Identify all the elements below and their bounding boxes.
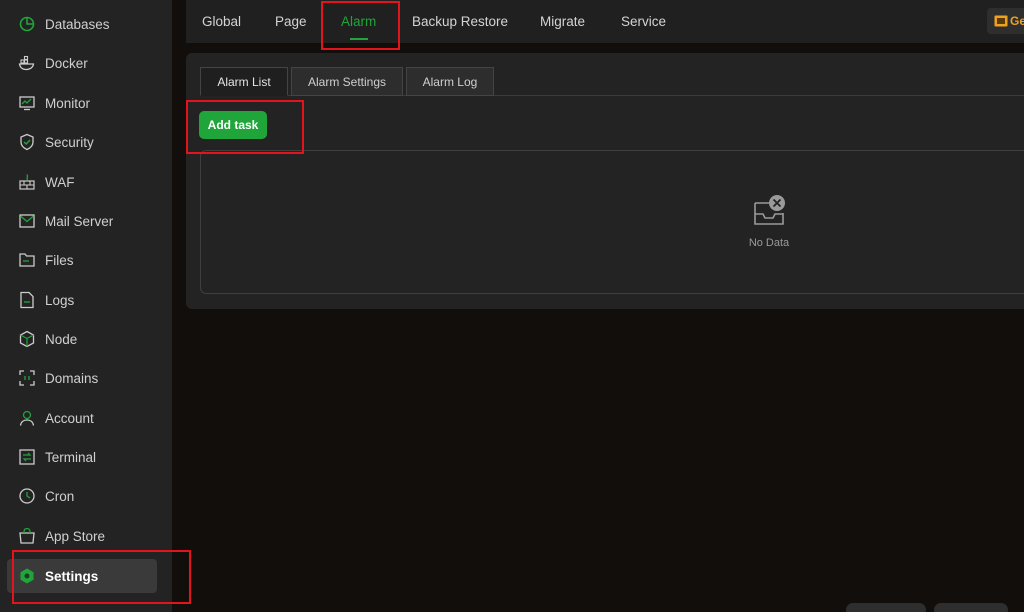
tab-alarm-label: Alarm [341,14,377,29]
tab-migrate[interactable]: Migrate [540,0,585,43]
upgrade-label: Ge [1010,14,1024,28]
sidebar-item-account[interactable]: Account [7,401,157,435]
sidebar-item-label: Mail Server [45,213,114,229]
sidebar-item-terminal[interactable]: Terminal [7,440,157,474]
log-icon [17,290,37,310]
active-tab-indicator [349,38,368,40]
sidebar-item-security[interactable]: Security [7,125,157,159]
sidebar-item-node[interactable]: Node [7,322,157,356]
upgrade-button[interactable]: Ge [987,8,1024,34]
upgrade-icon [994,15,1008,27]
sidebar-item-label: Logs [45,292,75,308]
sidebar-item-settings[interactable]: Settings [7,559,157,593]
node-cube-icon [17,329,37,349]
sidebar-item-label: Monitor [45,95,91,111]
folder-icon [17,250,37,270]
add-task-button[interactable]: Add task [199,111,267,139]
sidebar-item-monitor[interactable]: Monitor [7,86,157,120]
shield-icon [17,132,37,152]
sidebar-item-label: Domains [45,370,99,386]
sidebar-item-docker[interactable]: Docker [7,46,157,80]
firewall-icon [17,172,37,192]
sidebar-item-cron[interactable]: Cron [7,479,157,513]
sidebar-item-label: App Store [45,528,106,544]
sidebar-item-label: Account [45,410,94,426]
empty-state-text: No Data [748,237,790,249]
sidebar-overflow-item [17,604,97,612]
sidebar-item-label: Node [45,331,78,347]
sidebar-item-domains[interactable]: Domains [7,361,157,395]
tab-backup-restore[interactable]: Backup Restore [412,0,508,43]
sidebar-item-app-store[interactable]: App Store [7,519,157,553]
docker-icon [17,53,37,73]
settings-icon [17,566,37,586]
user-icon [17,408,37,428]
footer-button-1[interactable] [846,603,926,612]
tab-service[interactable]: Service [621,0,666,43]
sidebar-item-waf[interactable]: WAF [7,165,157,199]
domain-icon [17,368,37,388]
database-icon [17,14,37,34]
subtab-alarm-settings[interactable]: Alarm Settings [291,67,403,96]
sidebar-item-label: Files [45,252,74,268]
sidebar-item-mail-server[interactable]: Mail Server [7,204,157,238]
sidebar-item-files[interactable]: Files [7,243,157,277]
footer-copyright [352,604,840,612]
sidebar-item-label: Docker [45,55,88,71]
sidebar-item-label: Security [45,134,94,150]
sidebar-item-label: Settings [45,568,99,584]
tab-global[interactable]: Global [202,0,241,43]
mail-icon [17,211,37,231]
tab-alarm[interactable]: Alarm [341,0,376,43]
clock-icon [17,486,37,506]
empty-inbox-icon [754,195,785,225]
footer-button-2[interactable] [934,603,1008,612]
sidebar-item-label: Terminal [45,449,97,465]
monitor-icon [17,93,37,113]
sidebar-item-label: Cron [45,488,75,504]
settings-tab-bar [186,0,1024,43]
sidebar: Databases Docker Monitor Security WAF Ma… [0,0,172,612]
sidebar-item-label: Databases [45,16,110,32]
sidebar-item-databases[interactable]: Databases [7,7,157,41]
sidebar-item-logs[interactable]: Logs [7,283,157,317]
subtab-alarm-log[interactable]: Alarm Log [406,67,494,96]
alarm-table [200,150,1024,294]
tab-page[interactable]: Page [275,0,307,43]
sidebar-item-label: WAF [45,174,75,190]
subtab-alarm-list[interactable]: Alarm List [200,67,288,96]
app-store-icon [17,526,37,546]
terminal-icon [17,447,37,467]
